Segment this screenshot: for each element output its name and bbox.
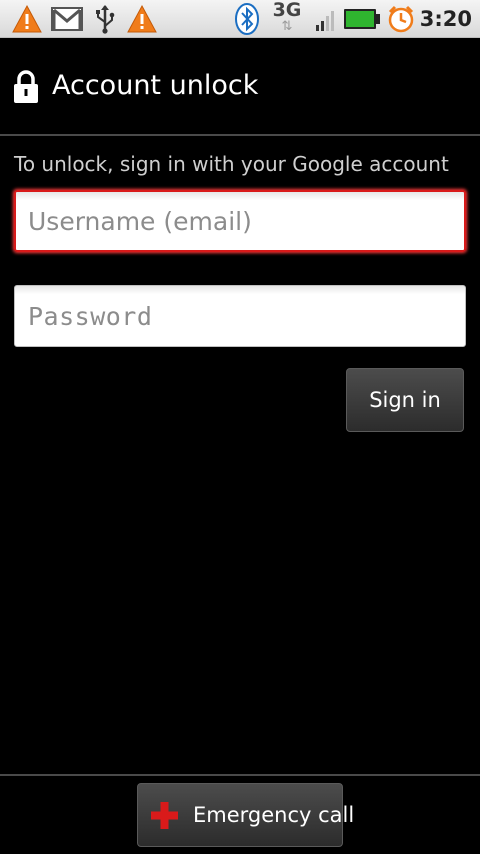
page-title: Account unlock — [52, 70, 259, 101]
bluetooth-icon — [233, 3, 261, 35]
warning-icon — [10, 3, 44, 35]
username-field[interactable] — [14, 190, 466, 252]
gmail-icon — [50, 3, 84, 35]
status-time: 3:20 — [419, 7, 472, 31]
signal-icon — [314, 3, 338, 35]
emergency-call-button[interactable]: Emergency call — [137, 783, 354, 847]
instruction-text: To unlock, sign in with your Google acco… — [14, 152, 449, 176]
alarm-icon — [386, 3, 416, 35]
sign-in-button[interactable]: Sign in — [346, 368, 464, 432]
warning-icon — [125, 3, 159, 35]
red-cross-icon — [151, 802, 178, 829]
network-activity-icon: ⇅ — [281, 19, 293, 34]
network-3g-icon: 3G ⇅ — [271, 0, 303, 38]
lock-icon — [14, 70, 38, 103]
footer-divider — [0, 774, 480, 776]
emergency-call-label: Emergency call — [193, 803, 355, 827]
header-divider — [0, 134, 480, 136]
network-type-label: 3G — [272, 0, 302, 21]
status-bar: 3G ⇅ 3:20 — [0, 0, 480, 38]
header: Account unlock — [0, 38, 480, 134]
battery-icon — [342, 3, 382, 35]
password-field[interactable] — [14, 285, 466, 347]
usb-icon — [92, 3, 118, 35]
